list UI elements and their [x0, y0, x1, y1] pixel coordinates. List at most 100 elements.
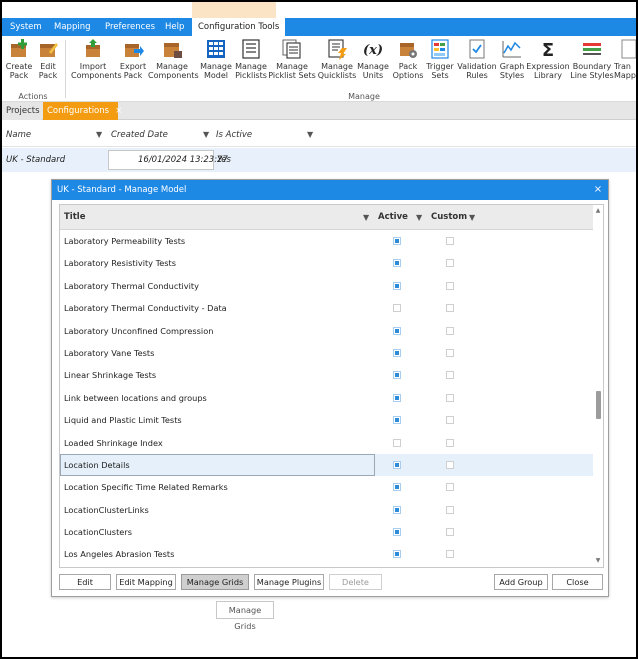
- list-item[interactable]: Laboratory Unconfined Compression: [60, 320, 593, 342]
- active-checkbox[interactable]: [393, 505, 401, 514]
- manage-grids-button[interactable]: Manage Grids: [181, 574, 249, 590]
- expression-library-button[interactable]: Σ Expression Library: [525, 38, 571, 90]
- manage-picklists-button[interactable]: Manage Picklists: [231, 38, 271, 90]
- manage-grids-tooltip-button[interactable]: Manage Grids: [216, 601, 274, 631]
- app-window: System Mapping Preferences Help Configur…: [0, 0, 638, 659]
- custom-checkbox[interactable]: [446, 304, 454, 313]
- list-item[interactable]: LocationClusterLinks: [60, 499, 593, 521]
- filter-icon[interactable]: ▼: [203, 130, 209, 139]
- import-components-icon: [86, 39, 100, 57]
- active-checkbox[interactable]: [393, 371, 401, 380]
- filter-icon[interactable]: ▼: [307, 130, 313, 139]
- tab-close-icon[interactable]: ×: [115, 106, 122, 116]
- menu-mapping[interactable]: Mapping: [48, 18, 96, 36]
- column-header-is-active[interactable]: Is Active: [216, 123, 252, 147]
- active-checkbox[interactable]: [393, 393, 401, 402]
- menu-configuration-tools[interactable]: Configuration Tools: [192, 18, 286, 36]
- list-item[interactable]: Laboratory Thermal Conductivity: [60, 275, 593, 297]
- custom-checkbox[interactable]: [446, 348, 454, 357]
- manage-picklist-sets-button[interactable]: Manage Picklist Sets: [268, 38, 316, 90]
- list-item[interactable]: Location Details: [60, 453, 593, 477]
- custom-checkbox[interactable]: [446, 505, 454, 514]
- vertical-scrollbar[interactable]: ▲ ▼: [593, 205, 603, 567]
- manage-model-button[interactable]: Manage Model: [196, 38, 236, 90]
- filter-icon[interactable]: ▼: [469, 213, 475, 222]
- active-checkbox[interactable]: [393, 281, 401, 290]
- list-item[interactable]: LocationClusters: [60, 521, 593, 543]
- list-item-title: Laboratory Resistivity Tests: [64, 258, 177, 269]
- edit-button[interactable]: Edit: [59, 574, 111, 590]
- menu-preferences[interactable]: Preferences: [99, 18, 161, 36]
- edit-mapping-button[interactable]: Edit Mapping: [116, 574, 176, 590]
- custom-checkbox[interactable]: [446, 483, 454, 492]
- list-item[interactable]: Link between locations and groups: [60, 387, 593, 409]
- trigger-sets-button[interactable]: Trigger Sets: [420, 38, 460, 90]
- custom-checkbox[interactable]: [446, 550, 454, 559]
- column-header-created-date[interactable]: Created Date: [111, 123, 168, 147]
- active-checkbox[interactable]: [393, 304, 401, 313]
- manage-components-button[interactable]: Manage Components: [148, 38, 199, 90]
- list-item[interactable]: Laboratory Resistivity Tests: [60, 252, 593, 274]
- column-header-custom[interactable]: Custom: [431, 205, 467, 230]
- custom-checkbox[interactable]: [446, 393, 454, 402]
- custom-checkbox[interactable]: [446, 371, 454, 380]
- filter-icon[interactable]: ▼: [416, 213, 422, 222]
- graph-styles-icon: [502, 41, 521, 58]
- active-checkbox[interactable]: [393, 550, 401, 559]
- filter-icon[interactable]: ▼: [363, 213, 369, 222]
- active-checkbox[interactable]: [393, 348, 401, 357]
- manage-units-button[interactable]: (x) Manage Units: [353, 38, 393, 90]
- tab-projects[interactable]: Projects: [2, 102, 42, 120]
- custom-checkbox[interactable]: [446, 460, 454, 469]
- list-item[interactable]: Loaded Shrinkage Index: [60, 432, 593, 454]
- list-item-title: Laboratory Unconfined Compression: [64, 325, 214, 336]
- active-checkbox[interactable]: [393, 259, 401, 268]
- boundary-line-styles-button[interactable]: Boundary Line Styles: [569, 38, 615, 90]
- export-pack-button[interactable]: Export Pack: [113, 38, 153, 90]
- scroll-down-icon[interactable]: ▼: [594, 557, 602, 565]
- custom-checkbox[interactable]: [446, 237, 454, 245]
- list-item[interactable]: Laboratory Permeability Tests: [60, 230, 593, 252]
- menu-system[interactable]: System: [4, 18, 48, 36]
- manage-quicklists-button[interactable]: Manage Quicklists: [316, 38, 358, 90]
- filter-icon[interactable]: ▼: [96, 130, 102, 139]
- add-group-button[interactable]: Add Group: [494, 574, 548, 590]
- active-checkbox[interactable]: [393, 460, 401, 469]
- list-item[interactable]: Liquid and Plastic Limit Tests: [60, 409, 593, 431]
- transfer-mapping-icon: [621, 39, 636, 59]
- custom-checkbox[interactable]: [446, 416, 454, 425]
- list-item[interactable]: Laboratory Vane Tests: [60, 342, 593, 364]
- table-row[interactable]: UK - Standard 16/01/2024 13:23:27 Yes: [2, 148, 636, 172]
- edit-pack-button[interactable]: Edit Pack: [28, 38, 68, 90]
- import-components-button[interactable]: Import Components: [71, 38, 122, 90]
- column-header-title[interactable]: Title: [64, 205, 85, 230]
- transfer-mapping-button[interactable]: Tran Mappi: [614, 38, 636, 90]
- list-item-title: Location Specific Time Related Remarks: [64, 482, 228, 493]
- active-checkbox[interactable]: [393, 326, 401, 335]
- custom-checkbox[interactable]: [446, 281, 454, 290]
- list-item[interactable]: Linear Shrinkage Tests: [60, 364, 593, 386]
- list-item[interactable]: Location Specific Time Related Remarks: [60, 476, 593, 498]
- edit-pack-icon: [40, 43, 58, 57]
- custom-checkbox[interactable]: [446, 259, 454, 268]
- active-checkbox[interactable]: [393, 438, 401, 447]
- menu-help[interactable]: Help: [159, 18, 190, 36]
- custom-checkbox[interactable]: [446, 438, 454, 447]
- active-checkbox[interactable]: [393, 237, 401, 245]
- custom-checkbox[interactable]: [446, 528, 454, 537]
- active-checkbox[interactable]: [393, 528, 401, 537]
- active-checkbox[interactable]: [393, 483, 401, 492]
- close-button[interactable]: Close: [552, 574, 603, 590]
- manage-plugins-button[interactable]: Manage Plugins: [254, 574, 324, 590]
- scrollbar-thumb[interactable]: [596, 391, 601, 419]
- list-item[interactable]: Los Angeles Abrasion Tests: [60, 543, 593, 565]
- scroll-up-icon[interactable]: ▲: [594, 207, 602, 215]
- list-item[interactable]: Laboratory Thermal Conductivity - Data: [60, 297, 593, 319]
- close-icon[interactable]: ×: [592, 180, 604, 200]
- column-header-name[interactable]: Name: [6, 123, 31, 147]
- column-header-active[interactable]: Active: [378, 205, 408, 230]
- tab-configurations[interactable]: Configurations ×: [43, 102, 122, 120]
- delete-button[interactable]: Delete: [329, 574, 382, 590]
- active-checkbox[interactable]: [393, 416, 401, 425]
- custom-checkbox[interactable]: [446, 326, 454, 335]
